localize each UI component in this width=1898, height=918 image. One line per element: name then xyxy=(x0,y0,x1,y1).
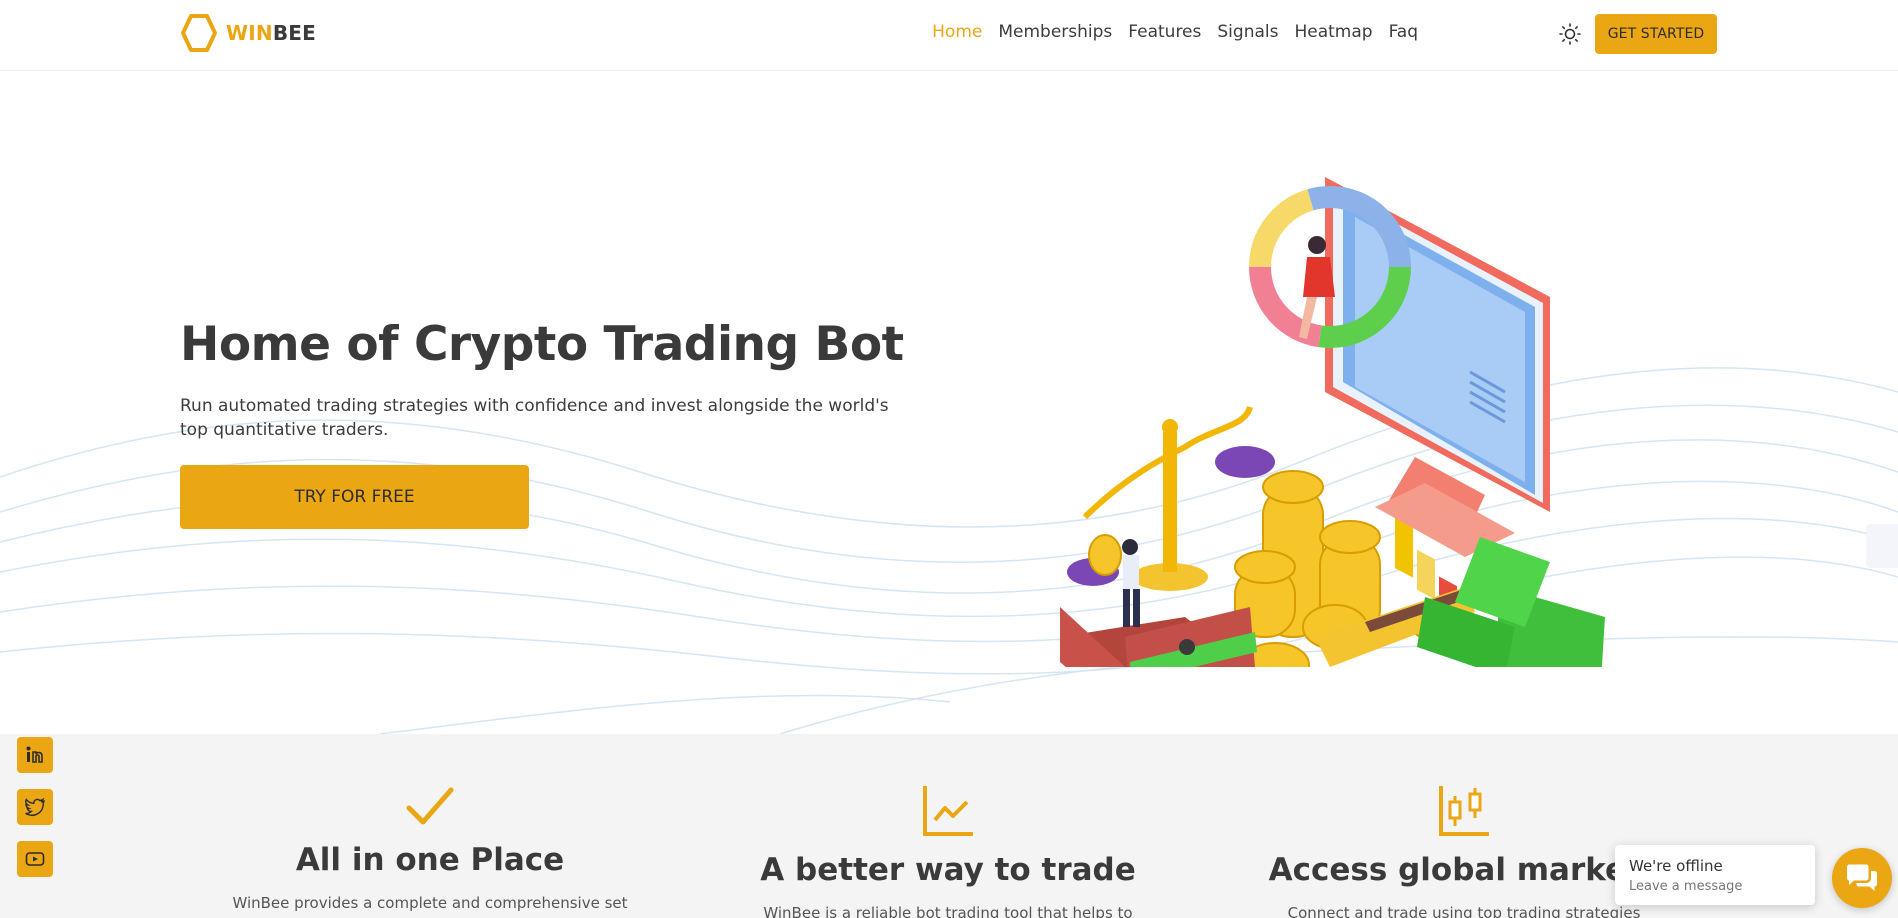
logo-text-win: WIN xyxy=(226,21,273,45)
nav-signals[interactable]: Signals xyxy=(1217,22,1278,42)
feature-card: A better way to trade WinBee is a reliab… xyxy=(708,784,1188,918)
sun-icon[interactable] xyxy=(1558,22,1582,46)
main-nav: Home Memberships Features Signals Heatma… xyxy=(916,22,1418,42)
site-header: WINBEE Home Memberships Features Signals… xyxy=(0,0,1898,71)
feature-text: WinBee is a reliable bot trading tool th… xyxy=(763,904,1133,918)
hexagon-logo-icon xyxy=(181,14,217,52)
youtube-icon xyxy=(25,852,45,866)
feature-text: WinBee provides a complete and comprehen… xyxy=(232,894,628,912)
side-widget-tab[interactable] xyxy=(1866,524,1898,568)
chat-icon xyxy=(1847,864,1877,891)
get-started-button[interactable]: GET STARTED xyxy=(1595,14,1717,54)
nav-faq[interactable]: Faq xyxy=(1389,22,1418,42)
nav-features[interactable]: Features xyxy=(1128,22,1201,42)
hero-subtitle: Run automated trading strategies with co… xyxy=(180,396,889,440)
hero-section: Home of Crypto Trading Bot Run automated… xyxy=(0,72,1898,734)
feature-text: Connect and trade using top trading stra… xyxy=(1287,904,1641,918)
line-chart-icon xyxy=(923,786,973,836)
logo[interactable]: WINBEE xyxy=(180,13,316,53)
crypto-trading-illustration xyxy=(1060,177,1605,667)
twitter-button[interactable] xyxy=(17,789,53,825)
youtube-button[interactable] xyxy=(17,841,53,877)
hero-title: Home of Crypto Trading Bot xyxy=(180,317,904,372)
chat-offline-bubble[interactable]: We're offline Leave a message xyxy=(1615,845,1815,905)
try-for-free-button[interactable]: TRY FOR FREE xyxy=(180,465,529,529)
chat-title: We're offline xyxy=(1629,857,1723,875)
linkedin-icon xyxy=(26,746,43,763)
linkedin-button[interactable] xyxy=(17,737,53,773)
candlestick-icon xyxy=(1439,786,1489,836)
checkmark-icon xyxy=(406,787,454,825)
features-section: All in one Place WinBee provides a compl… xyxy=(0,734,1898,918)
chat-subtitle: Leave a message xyxy=(1629,879,1743,894)
nav-home[interactable]: Home xyxy=(932,22,982,42)
nav-memberships[interactable]: Memberships xyxy=(998,22,1112,42)
feature-title: All in one Place xyxy=(295,842,565,878)
twitter-icon xyxy=(25,797,45,816)
feature-card: All in one Place WinBee provides a compl… xyxy=(190,784,670,912)
chat-launcher-button[interactable] xyxy=(1832,848,1892,908)
nav-heatmap[interactable]: Heatmap xyxy=(1294,22,1372,42)
feature-title: A better way to trade xyxy=(760,852,1136,888)
logo-text: WINBEE xyxy=(226,21,316,45)
logo-text-bee: BEE xyxy=(272,21,317,45)
